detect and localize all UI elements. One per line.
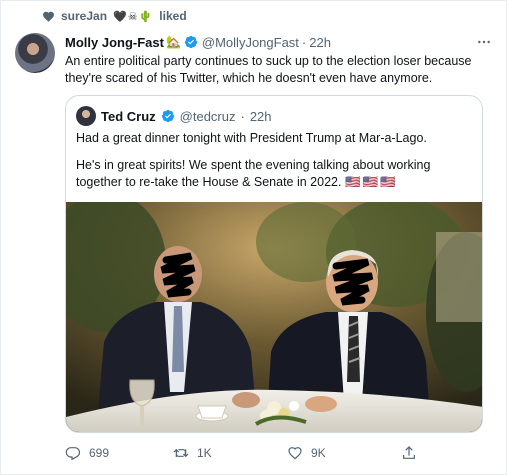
quoted-separator: · (240, 108, 245, 124)
quoted-time: 22h (249, 108, 272, 124)
like-icon (288, 447, 302, 460)
quoted-paragraph-2: He's in great spirits! We spent the even… (76, 157, 476, 191)
quoted-paragraph-1: Had a great dinner tonight with Presiden… (76, 131, 427, 145)
quoted-avatar (76, 106, 96, 126)
social-context-user[interactable]: sureJan (61, 9, 107, 23)
reply-icon (65, 447, 81, 461)
tweet-header: Molly Jong-Fast 🏡 @MollyJongFast · 22h (65, 33, 492, 51)
share-button[interactable] (401, 445, 417, 461)
dinner-photo-illustration (66, 202, 482, 432)
quoted-text: Had a great dinner tonight with Presiden… (76, 130, 476, 191)
us-flags: 🇺🇸🇺🇸🇺🇸 (344, 175, 398, 189)
author-handle[interactable]: @MollyJongFast (202, 35, 299, 50)
social-context-action: liked (159, 9, 187, 23)
quoted-photo[interactable] (66, 202, 482, 432)
tweet-text: An entire political party continues to s… (65, 54, 472, 85)
meta-separator: · (301, 34, 307, 50)
like-button[interactable]: 9K (287, 445, 326, 461)
social-context-emoji: 🖤☠🌵 (113, 10, 154, 23)
retweet-icon (173, 448, 189, 458)
tweet-actions: 699 1K 9K (65, 443, 465, 463)
reply-count: 699 (89, 446, 110, 460)
tweet-card[interactable]: sureJan 🖤☠🌵 liked Molly Jong-Fast 🏡 @Mol… (0, 0, 507, 475)
quoted-handle: @tedcruz (179, 108, 236, 124)
social-context: sureJan 🖤☠🌵 liked (41, 9, 187, 23)
like-count: 9K (311, 446, 326, 460)
quoted-author-name: Ted Cruz (101, 108, 156, 124)
verified-icon (161, 109, 175, 123)
more-icon[interactable] (476, 34, 492, 51)
retweet-count: 1K (197, 446, 212, 460)
retweet-button[interactable]: 1K (173, 445, 212, 461)
heart-icon (41, 9, 55, 23)
author-name[interactable]: Molly Jong-Fast (65, 35, 164, 50)
tweet-time[interactable]: 22h (309, 35, 331, 50)
author-avatar[interactable] (15, 33, 55, 73)
author-name-emoji: 🏡 (165, 35, 181, 49)
share-icon (403, 446, 415, 459)
verified-icon (184, 35, 198, 49)
quoted-header: Ted Cruz @tedcruz · 22h (76, 106, 272, 126)
reply-button[interactable]: 699 (65, 445, 109, 461)
quoted-tweet[interactable]: Ted Cruz @tedcruz · 22h Had a great dinn… (65, 95, 483, 433)
